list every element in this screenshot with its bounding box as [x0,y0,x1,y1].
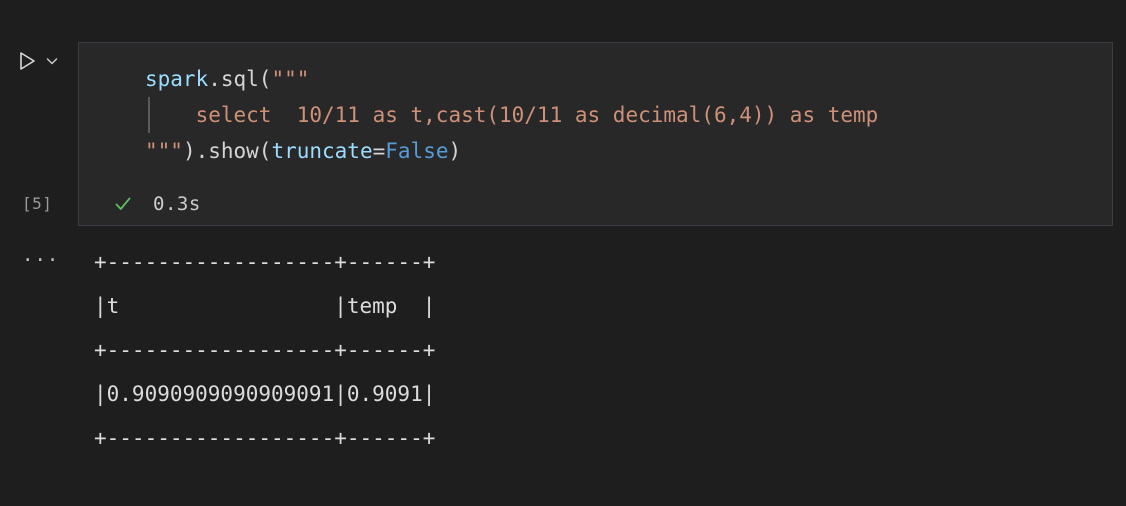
play-triangle-icon[interactable] [16,50,38,72]
check-mark-icon [113,194,133,214]
execution-duration: 0.3s [153,193,201,215]
code-line-3: """).show(truncate=False) [79,133,1112,169]
code-token-param-value: False [385,139,449,163]
code-token-sql: select 10/11 as t,cast(10/11 as decimal(… [195,103,879,127]
chevron-down-icon[interactable] [44,53,60,69]
notebook-cell-view: [5] spark.sql(""" select 10/11 as t,cast… [0,0,1126,506]
code-token-triple-quote-open: """ [271,67,310,91]
code-token-object: spark [145,67,209,91]
code-token-show-call: ).show( [182,139,272,163]
code-token-close-paren: ) [448,139,462,163]
code-token-indent [145,103,196,127]
code-editor[interactable]: spark.sql(""" select 10/11 as t,cast(10/… [79,43,1112,169]
execution-count: [5] [22,194,53,213]
code-token-equals: = [372,139,386,163]
code-token-triple-quote-close: """ [145,139,183,163]
output-prefix: ... [22,244,60,266]
cell-body[interactable]: spark.sql(""" select 10/11 as t,cast(10/… [78,42,1113,226]
code-line-2: select 10/11 as t,cast(10/11 as decimal(… [79,97,1112,133]
cell-status-row: 0.3s [79,187,201,221]
code-cell: [5] spark.sql(""" select 10/11 as t,cast… [0,42,1126,228]
output-table-text: +------------------+------+ |t |temp | +… [94,250,436,450]
run-controls[interactable] [16,50,60,72]
code-token-method: .sql( [208,67,272,91]
code-token-param-name: truncate [271,139,373,163]
code-line-1: spark.sql(""" [79,61,1112,97]
cell-gutter: [5] [0,42,78,228]
